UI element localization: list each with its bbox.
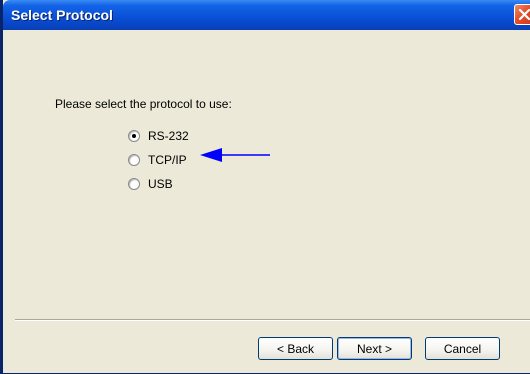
next-button[interactable]: Next > (337, 337, 412, 360)
radio-rs232[interactable] (128, 130, 140, 142)
title-bar[interactable]: Select Protocol (3, 0, 530, 30)
select-protocol-dialog: Select Protocol Please select the protoc… (0, 0, 530, 374)
close-button[interactable] (514, 4, 530, 25)
radio-label-tcpip[interactable]: TCP/IP (148, 153, 187, 167)
window-title: Select Protocol (11, 7, 113, 23)
radio-tcpip[interactable] (128, 154, 140, 166)
radio-usb[interactable] (128, 178, 140, 190)
radio-label-usb[interactable]: USB (148, 177, 173, 191)
cancel-button[interactable]: Cancel (425, 337, 500, 360)
close-icon (518, 8, 530, 21)
button-separator (15, 319, 530, 321)
radio-label-rs232[interactable]: RS-232 (148, 129, 189, 143)
back-button[interactable]: < Back (258, 337, 333, 360)
protocol-prompt: Please select the protocol to use: (55, 97, 232, 111)
radio-option-tcpip[interactable]: TCP/IP (128, 152, 187, 168)
dialog-content: Please select the protocol to use: RS-23… (3, 30, 530, 373)
pointer-arrow-icon (200, 148, 270, 162)
radio-option-rs232[interactable]: RS-232 (128, 128, 189, 144)
radio-option-usb[interactable]: USB (128, 176, 173, 192)
